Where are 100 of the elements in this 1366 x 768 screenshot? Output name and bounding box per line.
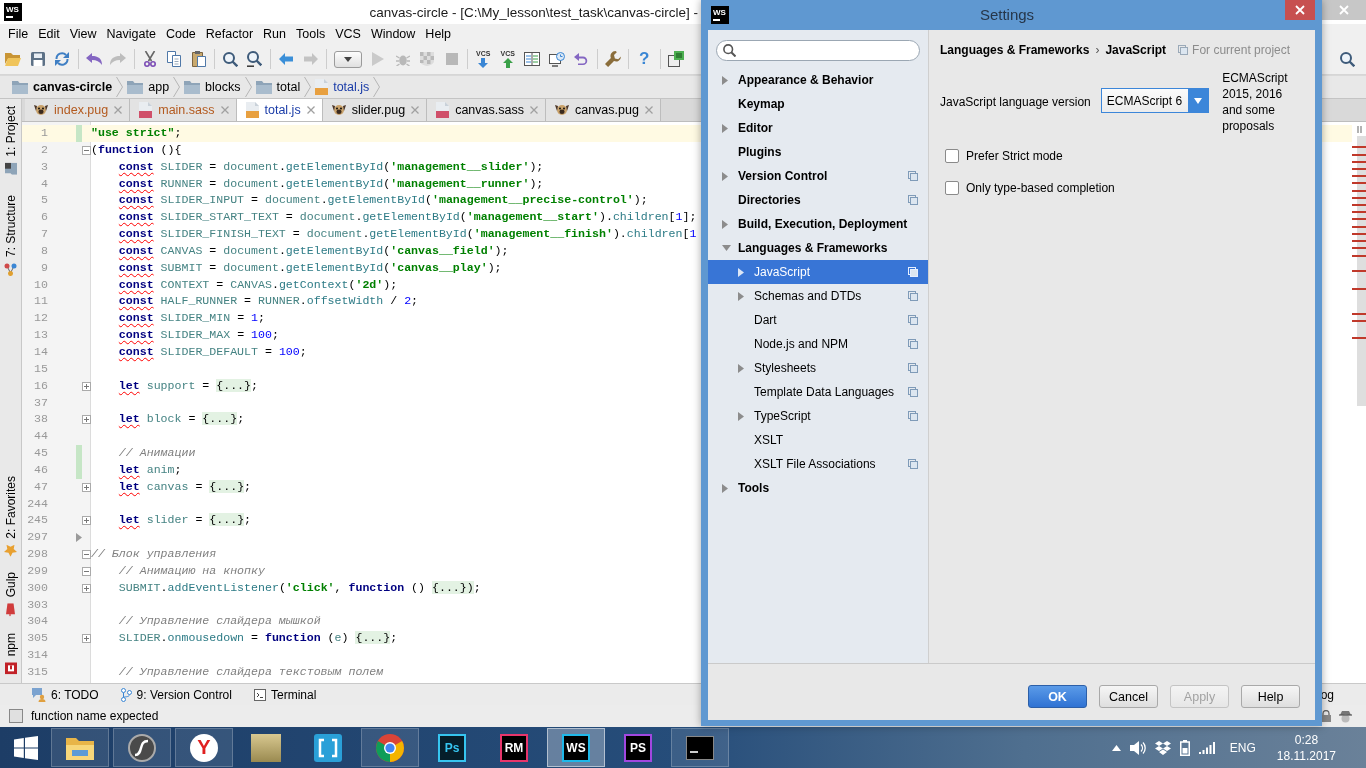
taskbar-button[interactable]: Y bbox=[175, 728, 233, 767]
editor-tab[interactable]: total.js bbox=[236, 99, 323, 121]
clock-time[interactable]: 0:28 bbox=[1294, 731, 1319, 748]
tool-window-button[interactable]: npm bbox=[3, 629, 18, 677]
menu-item[interactable]: Code bbox=[160, 27, 201, 41]
minus-box-icon[interactable] bbox=[82, 550, 91, 559]
tool-window-button[interactable]: Terminal bbox=[250, 687, 320, 702]
tree-item[interactable]: Plugins bbox=[708, 140, 928, 164]
tree-item[interactable]: JavaScript bbox=[708, 260, 928, 284]
tree-item[interactable]: Editor bbox=[708, 116, 928, 140]
tree-item[interactable]: Template Data Languages bbox=[708, 380, 928, 404]
caret-right-icon[interactable] bbox=[722, 483, 728, 493]
clock-date[interactable]: 18.11.2017 bbox=[1276, 747, 1336, 764]
close-icon[interactable] bbox=[306, 106, 315, 114]
plus-box-icon[interactable] bbox=[82, 415, 91, 425]
plus-box-icon[interactable] bbox=[82, 634, 91, 644]
lock-icon[interactable] bbox=[1321, 710, 1331, 722]
tree-item[interactable]: Dart bbox=[708, 308, 928, 332]
caret-right-icon[interactable] bbox=[738, 363, 744, 373]
dialog-button[interactable]: OK bbox=[1028, 685, 1087, 708]
language-indicator[interactable]: ENG bbox=[1229, 740, 1256, 755]
taskbar-button[interactable] bbox=[113, 728, 171, 767]
line-number: 10 bbox=[34, 277, 48, 291]
caret-down-icon[interactable] bbox=[722, 245, 731, 251]
taskbar-button[interactable] bbox=[361, 728, 419, 767]
checkbox-label[interactable]: Only type-based completion bbox=[966, 181, 1115, 195]
tree-item[interactable]: Directories bbox=[708, 188, 928, 212]
taskbar-button[interactable]: WS bbox=[547, 728, 605, 767]
editor-tab[interactable]: canvas.sass bbox=[427, 99, 546, 121]
menu-item[interactable]: View bbox=[64, 27, 102, 41]
menu-item[interactable]: Window bbox=[365, 27, 421, 41]
tree-item[interactable]: Appearance & Behavior bbox=[708, 68, 928, 92]
taskbar-button[interactable]: PS bbox=[609, 728, 667, 767]
tree-item[interactable]: XSLT File Associations bbox=[708, 452, 928, 476]
editor-tab[interactable]: main.sass bbox=[130, 99, 237, 121]
caret-right-icon[interactable] bbox=[722, 219, 728, 229]
version-dropdown[interactable]: ECMAScript 6 bbox=[1100, 88, 1210, 113]
tool-window-button[interactable]: 6: TODO bbox=[29, 687, 102, 702]
plus-box-icon[interactable] bbox=[82, 583, 91, 593]
tool-window-button[interactable]: 1: Project bbox=[3, 103, 18, 178]
taskbar-button[interactable] bbox=[671, 728, 729, 767]
speaker-icon[interactable] bbox=[1129, 740, 1146, 755]
checkbox-label[interactable]: Prefer Strict mode bbox=[966, 149, 1063, 163]
tree-item[interactable]: XSLT bbox=[708, 428, 928, 452]
breadcrumb[interactable]: blocks bbox=[180, 80, 245, 94]
caret-right-icon[interactable] bbox=[738, 411, 744, 421]
menu-item[interactable]: Navigate bbox=[101, 27, 161, 41]
taskbar-button[interactable]: RM bbox=[485, 728, 543, 767]
dialog-button[interactable]: Cancel bbox=[1099, 685, 1158, 708]
tree-item[interactable]: Version Control bbox=[708, 164, 928, 188]
menu-item[interactable]: VCS bbox=[330, 27, 366, 41]
menu-item[interactable]: Tools bbox=[291, 27, 331, 41]
run-config-dropdown[interactable] bbox=[334, 50, 362, 68]
minus-box-icon[interactable] bbox=[82, 145, 91, 155]
menu-item[interactable]: Edit bbox=[33, 27, 65, 41]
plus-box-icon[interactable] bbox=[82, 381, 91, 391]
breadcrumb[interactable]: canvas-circle bbox=[8, 80, 117, 94]
breadcrumb[interactable]: app bbox=[123, 80, 174, 94]
breadcrumb[interactable]: total.js bbox=[311, 79, 374, 95]
editor-tab[interactable]: canvas.pug bbox=[545, 99, 661, 121]
menu-item[interactable]: Run bbox=[258, 27, 291, 41]
menu-item[interactable]: Refactor bbox=[200, 27, 259, 41]
tree-item[interactable]: Stylesheets bbox=[708, 356, 928, 380]
caret-right-icon[interactable] bbox=[738, 291, 744, 301]
editor-tab[interactable]: index.pug bbox=[25, 99, 131, 121]
signal-bars-icon[interactable] bbox=[1198, 741, 1215, 754]
plus-box-icon[interactable] bbox=[82, 482, 91, 492]
dialog-button[interactable]: Help bbox=[1241, 685, 1300, 708]
hat-head-icon[interactable] bbox=[1339, 709, 1352, 723]
caret-right-icon[interactable] bbox=[738, 267, 744, 277]
tree-item[interactable]: Languages & Frameworks bbox=[708, 236, 928, 260]
taskbar-button[interactable] bbox=[51, 728, 109, 767]
taskbar-button[interactable]: Ps bbox=[423, 728, 481, 767]
tool-window-button[interactable]: Gulp bbox=[3, 569, 18, 620]
tree-item[interactable]: Build, Execution, Deployment bbox=[708, 212, 928, 236]
menu-item[interactable]: File bbox=[3, 27, 34, 41]
checkbox[interactable] bbox=[945, 149, 959, 163]
close-button[interactable] bbox=[1285, 0, 1315, 20]
tree-item[interactable]: Keymap bbox=[708, 92, 928, 116]
tree-item[interactable]: TypeScript bbox=[708, 404, 928, 428]
minus-box-icon[interactable] bbox=[82, 566, 91, 576]
tool-window-button[interactable]: 7: Structure bbox=[3, 191, 18, 279]
menu-item[interactable]: Help bbox=[420, 27, 457, 41]
code-line: // Управление слайдера текстовым полем bbox=[118, 664, 384, 680]
caret-right-icon[interactable] bbox=[722, 123, 728, 133]
editor-tab[interactable]: slider.pug bbox=[322, 99, 428, 121]
checkbox[interactable] bbox=[945, 181, 959, 195]
diamond-cluster-icon[interactable] bbox=[1154, 740, 1171, 755]
caret-right-icon[interactable] bbox=[722, 171, 728, 181]
battery-icon[interactable] bbox=[1179, 739, 1190, 756]
breadcrumb[interactable]: total bbox=[251, 80, 305, 94]
plus-box-icon[interactable] bbox=[82, 516, 91, 526]
tree-item[interactable]: Tools bbox=[708, 476, 928, 500]
tool-window-button[interactable]: 2: Favorites bbox=[3, 472, 18, 560]
chevron-up-icon[interactable] bbox=[1111, 744, 1121, 751]
tree-item[interactable]: Node.js and NPM bbox=[708, 332, 928, 356]
caret-right-icon[interactable] bbox=[722, 75, 728, 85]
search-field[interactable] bbox=[716, 40, 920, 61]
tree-item[interactable]: Schemas and DTDs bbox=[708, 284, 928, 308]
tool-window-button[interactable]: 9: Version Control bbox=[117, 687, 235, 702]
